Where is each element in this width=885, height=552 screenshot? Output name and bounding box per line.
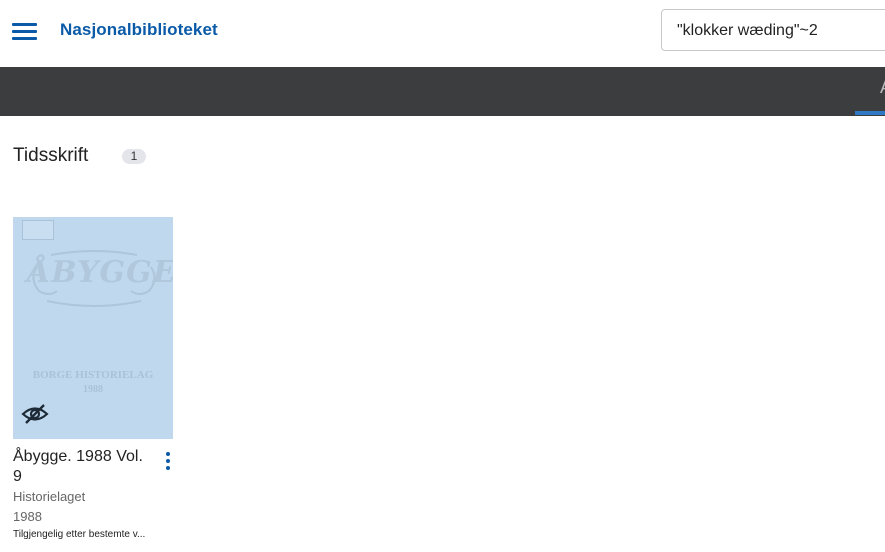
navigation-bar: A: [0, 67, 885, 116]
result-card[interactable]: ÅBYGGE BORGE HISTORIELAG 1988 Åbygge. 19…: [13, 217, 175, 547]
more-options-icon[interactable]: [163, 451, 173, 471]
result-publisher: Historielaget: [13, 489, 86, 504]
cover-stamp: [22, 220, 54, 240]
eye-off-icon: [21, 403, 49, 425]
cover-subtitle: BORGE HISTORIELAG: [32, 369, 154, 381]
cover-logo: ÅBYGGE: [27, 247, 173, 311]
section-title: Tidsskrift: [13, 145, 89, 166]
access-status: Tilgjengelig etter bestemte v...: [13, 529, 146, 540]
hamburger-menu-icon[interactable]: [12, 21, 38, 41]
active-tab-indicator: [855, 111, 885, 115]
cover-thumbnail[interactable]: ÅBYGGE BORGE HISTORIELAG 1988: [13, 217, 173, 439]
result-year: 1988: [13, 509, 42, 524]
cover-year: 1988: [83, 384, 103, 395]
search-input[interactable]: [677, 20, 882, 42]
result-count-badge: 1: [122, 149, 146, 164]
result-title[interactable]: Åbygge. 1988 Vol. 9: [13, 447, 153, 487]
top-header: Nasjonalbiblioteket: [0, 0, 885, 66]
brand-logo-text[interactable]: Nasjonalbiblioteket: [60, 20, 218, 40]
search-field[interactable]: [661, 9, 885, 51]
tab-partial[interactable]: A: [880, 77, 885, 98]
